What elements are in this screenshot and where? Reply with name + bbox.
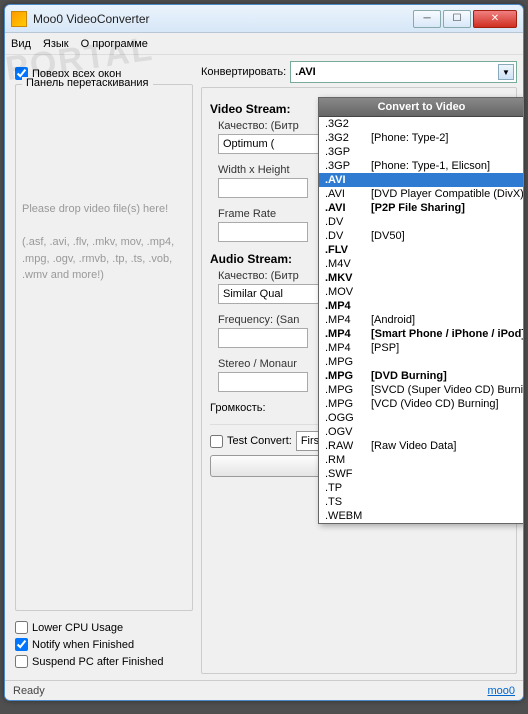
- notify-checkbox[interactable]: Notify when Finished: [15, 638, 193, 651]
- dropdown-item[interactable]: .MP4[Android]: [319, 313, 524, 327]
- format-dropdown[interactable]: Convert to Video .3G2.3G2[Phone: Type-2]…: [318, 97, 524, 524]
- dropdown-header: Convert to Video: [319, 98, 524, 117]
- dropdown-item[interactable]: .3G2: [319, 117, 524, 131]
- dropdown-item[interactable]: .MP4[PSP]: [319, 341, 524, 355]
- dropdown-item[interactable]: .TS: [319, 495, 524, 509]
- menu-view[interactable]: Вид: [11, 38, 31, 50]
- drop-panel-group: Панель перетаскивания Please drop video …: [15, 84, 193, 611]
- dropdown-item[interactable]: .AVI[DVD Player Compatible (DivX)]: [319, 187, 524, 201]
- status-link[interactable]: moo0: [487, 685, 515, 697]
- titlebar[interactable]: Moo0 VideoConverter ─ ☐ ✕: [5, 5, 523, 33]
- maximize-button[interactable]: ☐: [443, 10, 471, 28]
- stereo-input[interactable]: [218, 372, 308, 392]
- framerate-input[interactable]: [218, 222, 308, 242]
- dropdown-item[interactable]: .SWF: [319, 467, 524, 481]
- convert-label: Конвертировать:: [201, 66, 286, 78]
- menubar: Вид Язык О программе: [5, 33, 523, 55]
- dropdown-item[interactable]: .DV[DV50]: [319, 229, 524, 243]
- close-button[interactable]: ✕: [473, 10, 517, 28]
- dropdown-item[interactable]: .AVI[P2P File Sharing]: [319, 201, 524, 215]
- statusbar: Ready moo0: [5, 680, 523, 700]
- dropdown-item[interactable]: .MPG[DVD Burning]: [319, 369, 524, 383]
- dropdown-item[interactable]: .TP: [319, 481, 524, 495]
- app-icon: [11, 11, 27, 27]
- dropdown-item[interactable]: .MKV: [319, 271, 524, 285]
- minimize-button[interactable]: ─: [413, 10, 441, 28]
- dropdown-item[interactable]: .OGG: [319, 411, 524, 425]
- drop-panel-legend: Панель перетаскивания: [22, 77, 153, 89]
- dropdown-item[interactable]: .AVI: [319, 173, 524, 187]
- volume-label: Громкость:: [210, 402, 266, 414]
- left-panel: Поверх всех окон Панель перетаскивания P…: [11, 61, 201, 674]
- menu-about[interactable]: О программе: [81, 38, 148, 50]
- suspend-checkbox[interactable]: Suspend PC after Finished: [15, 655, 193, 668]
- dropdown-item[interactable]: .WEBM: [319, 509, 524, 523]
- dropdown-item[interactable]: .MPG: [319, 355, 524, 369]
- format-combo[interactable]: .AVI ▼: [290, 61, 517, 83]
- dropdown-item[interactable]: .MP4: [319, 299, 524, 313]
- dropdown-item[interactable]: .3GP: [319, 145, 524, 159]
- window-title: Moo0 VideoConverter: [33, 12, 413, 26]
- menu-lang[interactable]: Язык: [43, 38, 69, 50]
- dropdown-item[interactable]: .3G2[Phone: Type-2]: [319, 131, 524, 145]
- dropdown-item[interactable]: .MOV: [319, 285, 524, 299]
- app-window: PORTAL Moo0 VideoConverter ─ ☐ ✕ Вид Язы…: [4, 4, 524, 701]
- dropdown-item[interactable]: .MPG[VCD (Video CD) Burning]: [319, 397, 524, 411]
- dropdown-item[interactable]: .3GP[Phone: Type-1, Elicson]: [319, 159, 524, 173]
- test-convert-checkbox[interactable]: Test Convert:: [210, 435, 292, 448]
- dropdown-item[interactable]: .MPG[SVCD (Super Video CD) Burning]: [319, 383, 524, 397]
- dropdown-item[interactable]: .M4V: [319, 257, 524, 271]
- dropdown-item[interactable]: .MP4[Smart Phone / iPhone / iPod]: [319, 327, 524, 341]
- dropdown-item[interactable]: .RAW[Raw Video Data]: [319, 439, 524, 453]
- chevron-down-icon[interactable]: ▼: [498, 64, 514, 80]
- frequency-input[interactable]: [218, 328, 308, 348]
- width-height-input[interactable]: [218, 178, 308, 198]
- dropdown-item[interactable]: .FLV: [319, 243, 524, 257]
- dropdown-item[interactable]: .OGV: [319, 425, 524, 439]
- status-text: Ready: [13, 685, 45, 697]
- lower-cpu-checkbox[interactable]: Lower CPU Usage: [15, 621, 193, 634]
- dropdown-item[interactable]: .RM: [319, 453, 524, 467]
- drop-hint[interactable]: Please drop video file(s) here! (.asf, .…: [22, 201, 186, 284]
- dropdown-item[interactable]: .DV: [319, 215, 524, 229]
